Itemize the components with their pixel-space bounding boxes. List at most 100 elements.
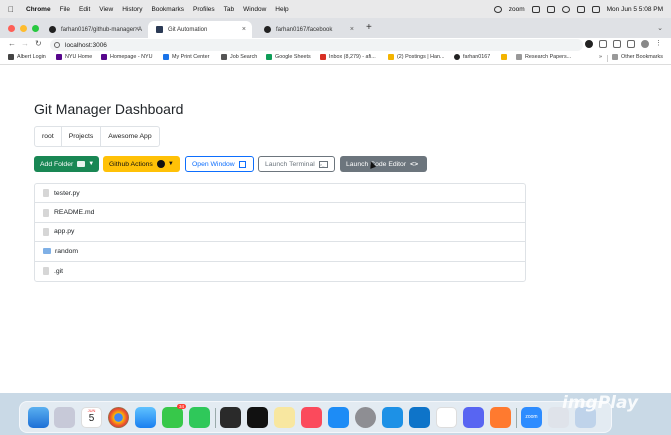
back-arrow-icon[interactable]: ←: [8, 39, 16, 48]
chrome-icon[interactable]: [108, 407, 129, 428]
breadcrumb-root[interactable]: root: [35, 127, 62, 146]
menu-window[interactable]: Window: [243, 6, 266, 13]
address-text[interactable]: localhost:3006: [65, 42, 107, 49]
address-bar[interactable]: localhost:3006: [50, 39, 583, 51]
menu-help[interactable]: Help: [275, 6, 288, 13]
list-item[interactable]: README.md: [35, 203, 525, 223]
docker-icon[interactable]: [382, 407, 403, 428]
forward-arrow-icon[interactable]: →: [21, 39, 29, 48]
tab-title: farhan0167/github-manager: A: [61, 26, 143, 33]
extension-icon[interactable]: [599, 40, 607, 48]
discord-icon[interactable]: [463, 407, 484, 428]
other-bookmarks[interactable]: Other Bookmarks: [612, 54, 663, 60]
breadcrumb-awesome-app[interactable]: Awesome App: [101, 127, 158, 146]
menu-edit[interactable]: Edit: [79, 6, 90, 13]
tab-github-manager[interactable]: farhan0167/github-manager: A ×: [41, 21, 145, 38]
tab-facebook-repo[interactable]: farhan0167/facebook ×: [256, 21, 360, 38]
tab-git-automation[interactable]: Git Automation ×: [148, 21, 252, 38]
folder-icon: [612, 54, 618, 60]
folder-plus-icon: [77, 161, 86, 167]
search-icon[interactable]: [576, 5, 585, 13]
dock-divider: [215, 408, 216, 428]
postman-icon[interactable]: [490, 407, 511, 428]
tab-search-chevron-icon[interactable]: ⌄: [657, 24, 663, 32]
file-name: app.py: [54, 228, 75, 236]
reload-icon[interactable]: ↻: [35, 39, 42, 48]
breadcrumb-projects[interactable]: Projects: [62, 127, 102, 146]
more-bookmarks-chevron-icon[interactable]: »: [599, 54, 602, 60]
calendar-icon[interactable]: JUN 5: [81, 407, 102, 428]
app-store-icon[interactable]: [328, 407, 349, 428]
apple-icon[interactable]: : [8, 5, 20, 14]
control-center-icon[interactable]: [591, 5, 600, 13]
open-window-button[interactable]: Open Window: [185, 156, 254, 172]
bookmark-item[interactable]: farhan0167: [454, 54, 490, 60]
menu-app-name[interactable]: Chrome: [26, 6, 51, 13]
list-item[interactable]: tester.py: [35, 184, 525, 204]
bookmark-icon: [163, 54, 169, 60]
system-settings-icon[interactable]: [355, 407, 376, 428]
menubar-datetime[interactable]: Mon Jun 5 5:08 PM: [607, 6, 663, 13]
site-info-icon[interactable]: [54, 42, 60, 48]
terminal-app-icon[interactable]: [220, 407, 241, 428]
menu-tab[interactable]: Tab: [224, 6, 234, 13]
menu-file[interactable]: File: [60, 6, 70, 13]
add-folder-button[interactable]: Add Folder ▼: [34, 156, 99, 172]
github-actions-label: Github Actions: [109, 160, 153, 168]
menu-profiles[interactable]: Profiles: [193, 6, 215, 13]
zoom-status[interactable]: zoom: [509, 6, 525, 13]
sidebar-icon[interactable]: [627, 40, 635, 48]
bookmark-icon: [320, 54, 326, 60]
github-actions-button[interactable]: Github Actions ▼: [103, 156, 180, 172]
menu-view[interactable]: View: [99, 6, 113, 13]
dock-divider: [516, 408, 517, 428]
record-icon[interactable]: [493, 5, 502, 13]
close-icon[interactable]: ×: [350, 26, 354, 33]
code-icon: <>: [410, 160, 419, 168]
bookmark-item[interactable]: Google Sheets: [266, 54, 311, 60]
slack-icon[interactable]: [436, 407, 457, 428]
music-icon[interactable]: [301, 407, 322, 428]
activity-monitor-icon[interactable]: [247, 407, 268, 428]
list-item[interactable]: random: [35, 242, 525, 262]
bookmark-item[interactable]: Inbox (8,279) - afi...: [320, 54, 376, 60]
safari-icon[interactable]: [135, 407, 156, 428]
folder-icon: [516, 54, 522, 60]
profile-avatar[interactable]: [641, 40, 649, 48]
minimize-window-button[interactable]: [20, 25, 27, 32]
extension-icon[interactable]: [585, 40, 593, 48]
bookmark-label: Inbox (8,279) - afi...: [329, 54, 376, 60]
close-window-button[interactable]: [8, 25, 15, 32]
facetime-icon[interactable]: [189, 407, 210, 428]
wifi-icon[interactable]: [561, 5, 570, 13]
launchpad-icon[interactable]: [54, 407, 75, 428]
bookmark-item[interactable]: NYU Home: [56, 54, 92, 60]
close-icon[interactable]: ×: [135, 26, 139, 33]
bookmark-item[interactable]: [501, 54, 510, 60]
notes-icon[interactable]: [274, 407, 295, 428]
bookmark-item[interactable]: My Print Center: [163, 54, 209, 60]
menu-bookmarks[interactable]: Bookmarks: [151, 6, 184, 13]
file-name: random: [55, 247, 79, 255]
battery-icon[interactable]: [546, 5, 555, 13]
bookmark-item[interactable]: Albert Login: [8, 54, 46, 60]
messages-icon[interactable]: 34: [162, 404, 186, 428]
launch-terminal-button[interactable]: Launch Terminal >_: [258, 156, 335, 172]
more-vert-icon[interactable]: ⋮: [655, 40, 663, 48]
close-icon[interactable]: ×: [242, 26, 246, 33]
bluetooth-icon[interactable]: [531, 5, 540, 13]
finder-icon[interactable]: [28, 407, 49, 428]
zoom-window-button[interactable]: [32, 25, 39, 32]
menu-history[interactable]: History: [122, 6, 142, 13]
zoom-app-icon[interactable]: zoom: [521, 407, 542, 428]
bookmark-item[interactable]: (2) Postings | Han...: [388, 54, 445, 60]
launch-code-editor-button[interactable]: Launch Code Editor <>: [340, 156, 427, 172]
new-tab-button[interactable]: +: [366, 22, 372, 33]
bookmark-item[interactable]: Research Papers...: [516, 54, 571, 60]
bookmark-item[interactable]: Job Search: [221, 54, 257, 60]
bookmark-item[interactable]: Homepage - NYU: [101, 54, 153, 60]
puzzle-icon[interactable]: [613, 40, 621, 48]
list-item[interactable]: app.py: [35, 223, 525, 243]
list-item[interactable]: .git: [35, 262, 525, 281]
vscode-icon[interactable]: [409, 407, 430, 428]
